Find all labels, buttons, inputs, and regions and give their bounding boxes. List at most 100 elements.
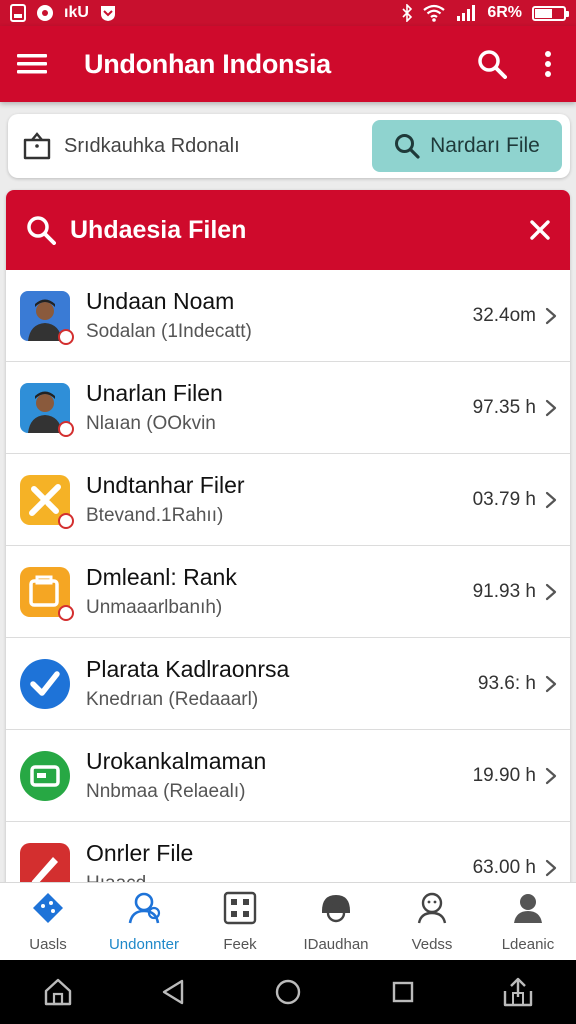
- signal-icon: [457, 5, 476, 21]
- status-badge: [58, 420, 74, 437]
- item-text: Undaan Noam Sodalan (1Indecatt): [86, 288, 473, 343]
- profile-icon: [511, 891, 545, 930]
- status-badge: [58, 328, 74, 345]
- search-input[interactable]: Srıdkauhka Rdonalı: [64, 135, 240, 158]
- nav-item-label: Ldeanic: [501, 935, 555, 953]
- list-item[interactable]: Onrler FileHıaacd63.00 h: [6, 822, 570, 890]
- chat-notification-icon: [37, 5, 53, 21]
- gallery-notification-icon: [10, 4, 26, 22]
- battery-percent: 6R%: [487, 4, 522, 21]
- battery-level: [535, 8, 553, 18]
- page-title: Undonhan Indonsia: [84, 48, 331, 79]
- item-text: Undtanhar Filer Btevand.1Rahıı): [86, 472, 473, 527]
- nav-item-label: Vedss: [411, 935, 453, 953]
- results-title: Uhdaesia Filen: [70, 215, 247, 244]
- menu-button[interactable]: [0, 26, 64, 102]
- chevron-right-icon: [544, 306, 558, 326]
- item-icon: [20, 658, 70, 709]
- nav-item-label: Feek: [223, 935, 257, 953]
- recents-button[interactable]: [378, 967, 428, 1017]
- list-item[interactable]: Unarlan Filen Nlaıan (OOkvin 97.35 h: [6, 362, 570, 454]
- close-button[interactable]: [510, 190, 570, 270]
- nav-item[interactable]: Ldeanic: [480, 883, 576, 960]
- nav-item[interactable]: Feek: [192, 883, 288, 960]
- search-card: Srıdkauhka Rdonalı Nardarı File: [8, 114, 570, 178]
- item-subtitle: Nlaıan (OOkvin: [86, 413, 216, 434]
- grid-icon: [223, 891, 257, 930]
- bag-icon: [23, 132, 51, 160]
- share-button[interactable]: [493, 967, 543, 1017]
- find-file-button[interactable]: Nardarı File: [372, 120, 562, 172]
- nav-item-label: IDaudhan: [303, 935, 369, 953]
- item-size: 63.00 h: [472, 856, 536, 878]
- nav-item[interactable]: Uasls: [0, 883, 96, 960]
- app-bar: Undonhan Indonsia: [0, 26, 576, 102]
- home-button[interactable]: [33, 967, 83, 1017]
- item-icon: [20, 566, 74, 621]
- item-text: Dmleanl: Rank Unmaaarlbanıh): [86, 564, 473, 619]
- search-icon: [395, 134, 420, 159]
- item-icon: [20, 382, 74, 437]
- status-badge: [58, 512, 74, 529]
- chevron-right-icon: [544, 674, 558, 694]
- search-button[interactable]: [464, 26, 520, 102]
- back-button[interactable]: [148, 967, 198, 1017]
- item-title: Undtanhar Filer: [86, 472, 245, 498]
- nav-item[interactable]: Vedss: [384, 883, 480, 960]
- circle-home-icon: [275, 979, 301, 1005]
- nav-item-label: Undonnter: [108, 935, 180, 953]
- card-icon: [20, 750, 70, 801]
- item-text: Plarata Kadlraonrsa Knedrıan (Redaaarl): [86, 656, 478, 711]
- list-item[interactable]: Undtanhar Filer Btevand.1Rahıı) 03.79 h: [6, 454, 570, 546]
- check-icon: [20, 658, 70, 709]
- chevron-right-icon: [544, 858, 558, 878]
- shield-notification-icon: [100, 6, 115, 21]
- item-icon: [20, 290, 74, 345]
- list-item[interactable]: Undaan Noam Sodalan (1Indecatt) 32.4om: [6, 270, 570, 362]
- chevron-right-icon: [544, 766, 558, 786]
- item-subtitle: Btevand.1Rahıı): [86, 505, 224, 526]
- wifi-icon: [423, 4, 445, 22]
- status-right: 6R%: [401, 4, 569, 22]
- more-vert-icon: [545, 51, 551, 77]
- status-left-text: ıkU: [64, 4, 89, 21]
- nav-item-label: Uasls: [29, 935, 67, 953]
- status-badge: [58, 604, 74, 621]
- bluetooth-icon: [402, 4, 413, 22]
- helmet-icon: [318, 891, 354, 930]
- list-item[interactable]: Urokankalmaman Nnbmaa (Relaealı) 19.90 h: [6, 730, 570, 822]
- item-subtitle: Knedrıan (Redaaarl): [86, 689, 259, 710]
- hamburger-icon: [17, 54, 47, 74]
- status-left: ıkU: [10, 4, 117, 22]
- item-icon: [20, 750, 70, 801]
- search-icon: [27, 216, 56, 245]
- people-icon: [126, 891, 162, 930]
- chevron-right-icon: [544, 490, 558, 510]
- nav-item[interactable]: Undonnter: [96, 883, 192, 960]
- back-icon: [162, 979, 183, 1005]
- item-subtitle: Unmaaarlbanıh): [86, 597, 223, 618]
- smiley-icon: [415, 891, 449, 930]
- item-title: Unarlan Filen: [86, 380, 223, 406]
- close-icon: [530, 220, 550, 240]
- result-list: Undaan Noam Sodalan (1Indecatt) 32.4om Unar…: [6, 270, 570, 890]
- status-bar: ıkU 6R%: [0, 0, 576, 26]
- item-title: Undaan Noam: [86, 288, 235, 314]
- recents-icon: [392, 981, 414, 1003]
- search-icon: [478, 50, 507, 79]
- item-text: Urokankalmaman Nnbmaa (Relaealı): [86, 748, 473, 803]
- chevron-right-icon: [544, 398, 558, 418]
- item-icon: [20, 474, 74, 529]
- item-size: 03.79 h: [472, 488, 536, 510]
- item-title: Onrler File: [86, 840, 194, 866]
- list-item[interactable]: Plarata Kadlraonrsa Knedrıan (Redaaarl) 93…: [6, 638, 570, 730]
- item-subtitle: Sodalan (1Indecatt): [86, 321, 252, 342]
- overflow-menu-button[interactable]: [520, 26, 576, 102]
- list-item[interactable]: Dmleanl: Rank Unmaaarlbanıh) 91.93 h: [6, 546, 570, 638]
- share-icon: [504, 977, 533, 1007]
- nav-item[interactable]: IDaudhan: [288, 883, 384, 960]
- app-screen: ıkU 6R% Undonhan Indonsia Srıdkauhka Rdo…: [0, 0, 576, 1024]
- circle-home-button[interactable]: [263, 967, 313, 1017]
- item-size: 19.90 h: [472, 764, 536, 786]
- item-size: 91.93 h: [472, 580, 536, 602]
